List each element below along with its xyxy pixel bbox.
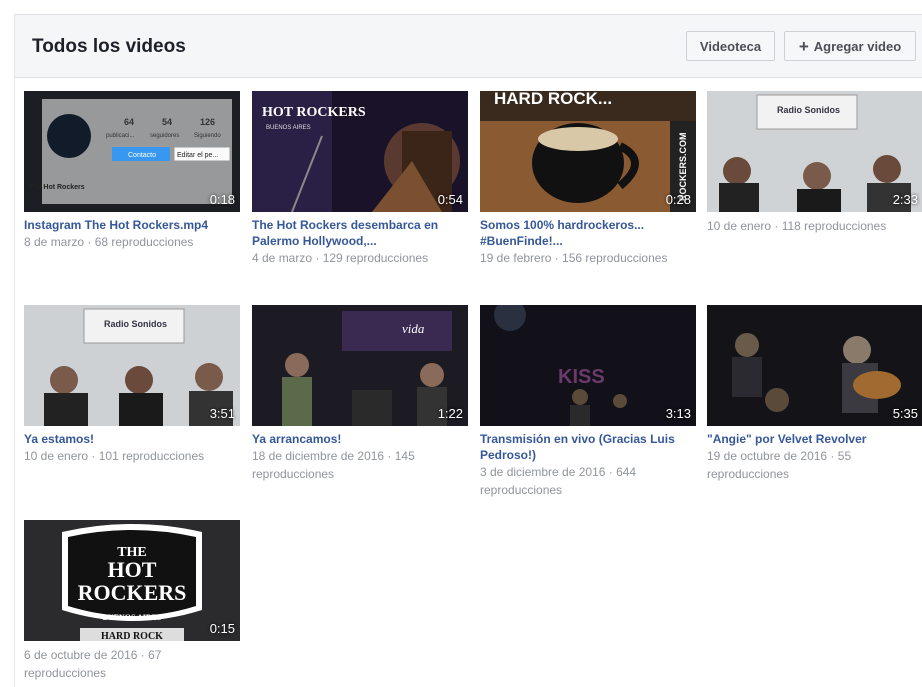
video-duration: 3:51 [209,406,235,421]
video-meta: 18 de diciembre de 2016 · 145 reproducci… [252,449,415,481]
video-thumbnail[interactable]: KISS 3:13 [480,305,696,426]
video-duration: 0:18 [209,192,235,207]
video-card[interactable]: THE HOT ROCKERS BUENOS AIRES HARD ROCK 0… [24,520,240,682]
video-card[interactable]: Radio Sonidos 2:33 10 de enero · 118 rep… [707,91,922,235]
video-duration: 3:13 [665,406,691,421]
video-thumbnail[interactable]: HARD ROCK... ROCKERS.COM 0:28 [480,91,696,212]
video-meta: 3 de diciembre de 2016 · 644 reproduccio… [480,465,637,497]
thumbnail-image: HARD ROCK... ROCKERS.COM [480,91,696,212]
mug-side-text: ROCKERS.COM [678,132,688,201]
video-title[interactable]: "Angie" por Velvet Revolver [707,431,922,447]
video-duration: 5:35 [892,406,918,421]
video-title[interactable]: Ya estamos! [24,431,240,447]
radio-sign: Radio Sonidos [777,105,840,115]
mug-text: HARD ROCK... [494,91,612,108]
video-card[interactable]: 5:35 "Angie" por Velvet Revolver 19 de o… [707,305,922,483]
video-library-label: Videoteca [699,38,762,54]
stage-logo: KISS [558,366,605,388]
thumbnail-image: KISS [480,305,696,426]
video-meta: 10 de enero · 118 reproducciones [707,219,887,233]
thumbnail-image: 64 54 126 publicaci... seguidores Siguie… [24,91,240,212]
top-strip [0,0,922,14]
stat-following: 126 [200,117,215,127]
radio-sign: Radio Sonidos [104,319,167,329]
video-thumbnail[interactable]: vida 1:22 [252,305,468,426]
video-duration: 0:28 [665,192,691,207]
logo-line-3: ROCKERS [78,580,187,605]
video-meta: 8 de marzo · 68 reproducciones [24,235,194,249]
video-meta: 10 de enero · 101 reproducciones [24,449,205,463]
video-card[interactable]: Radio Sonidos 3:51 Ya estamos! 10 de ene… [24,305,240,465]
video-title[interactable]: Ya arrancamos! [252,431,468,447]
plus-icon: + [798,36,809,56]
video-thumbnail[interactable]: 5:35 [707,305,922,426]
video-meta: 19 de octubre de 2016 · 55 reproduccione… [707,449,852,481]
video-thumbnail[interactable]: Radio Sonidos 3:51 [24,305,240,426]
video-duration: 0:15 [209,621,235,636]
video-title[interactable]: The Hot Rockers desembarca en Palermo Ho… [252,217,468,249]
venue-sign: vida [402,321,425,336]
stat-label-followers: seguidores [150,133,179,139]
video-meta: 4 de marzo · 129 reproducciones [252,251,429,265]
video-duration: 2:33 [892,192,918,207]
logo-line-2: HOT [108,557,157,582]
video-thumbnail[interactable]: HOT ROCKERS BUENOS AIRES 0:54 [252,91,468,212]
thumbnail-image: HOT ROCKERS BUENOS AIRES [252,91,468,212]
stat-label-following: Siguiendo [194,133,221,139]
video-thumbnail[interactable]: Radio Sonidos 2:33 [707,91,922,212]
add-video-button[interactable]: + Agregar video [784,31,916,61]
video-meta: 6 de octubre de 2016 · 67 reproducciones [24,648,162,680]
video-title[interactable]: Somos 100% hardrockeros... #BuenFinde!..… [480,217,696,249]
video-library-button[interactable]: Videoteca [686,31,775,61]
video-meta: 19 de febrero · 156 reproducciones [480,251,668,265]
add-video-label: Agregar video [813,38,902,54]
video-card[interactable]: 64 54 126 publicaci... seguidores Siguie… [24,91,240,251]
video-title[interactable]: Instagram The Hot Rockers.mp4 [24,217,240,233]
video-duration: 1:22 [437,406,463,421]
logo-line-4: BUENOS AIRES [103,613,162,622]
video-card[interactable]: HARD ROCK... ROCKERS.COM 0:28 Somos 100%… [480,91,696,267]
video-card[interactable]: HOT ROCKERS BUENOS AIRES 0:54 The Hot Ro… [252,91,468,267]
band-logo-sub: BUENOS AIRES [266,125,311,131]
video-card[interactable]: KISS 3:13 Transmisión en vivo (Gracias L… [480,305,696,499]
video-card[interactable]: vida 1:22 Ya arrancamos! 18 de diciembre… [252,305,468,483]
thumbnail-image: Radio Sonidos [24,305,240,426]
page-title: Todos los videos [32,36,186,57]
edit-label: Editar el pe... [177,152,218,159]
thumbnail-image: THE HOT ROCKERS BUENOS AIRES HARD ROCK [24,520,240,641]
thumbnail-image: Radio Sonidos [707,91,922,212]
video-thumbnail[interactable]: THE HOT ROCKERS BUENOS AIRES HARD ROCK 0… [24,520,240,641]
stat-followers: 54 [162,117,172,127]
band-logo: HOT ROCKERS [262,105,366,120]
contact-label: Contacto [128,152,156,159]
profile-name: The Hot Rockers [29,184,85,191]
thumbnail-image [707,305,922,426]
logo-line-5: HARD ROCK [101,631,163,641]
video-thumbnail[interactable]: 64 54 126 publicaci... seguidores Siguie… [24,91,240,212]
video-title[interactable]: Transmisión en vivo (Gracias Luis Pedros… [480,431,696,463]
thumbnail-image: vida [252,305,468,426]
stat-posts: 64 [124,117,134,127]
video-duration: 0:54 [437,192,463,207]
stat-label-posts: publicaci... [106,133,135,139]
